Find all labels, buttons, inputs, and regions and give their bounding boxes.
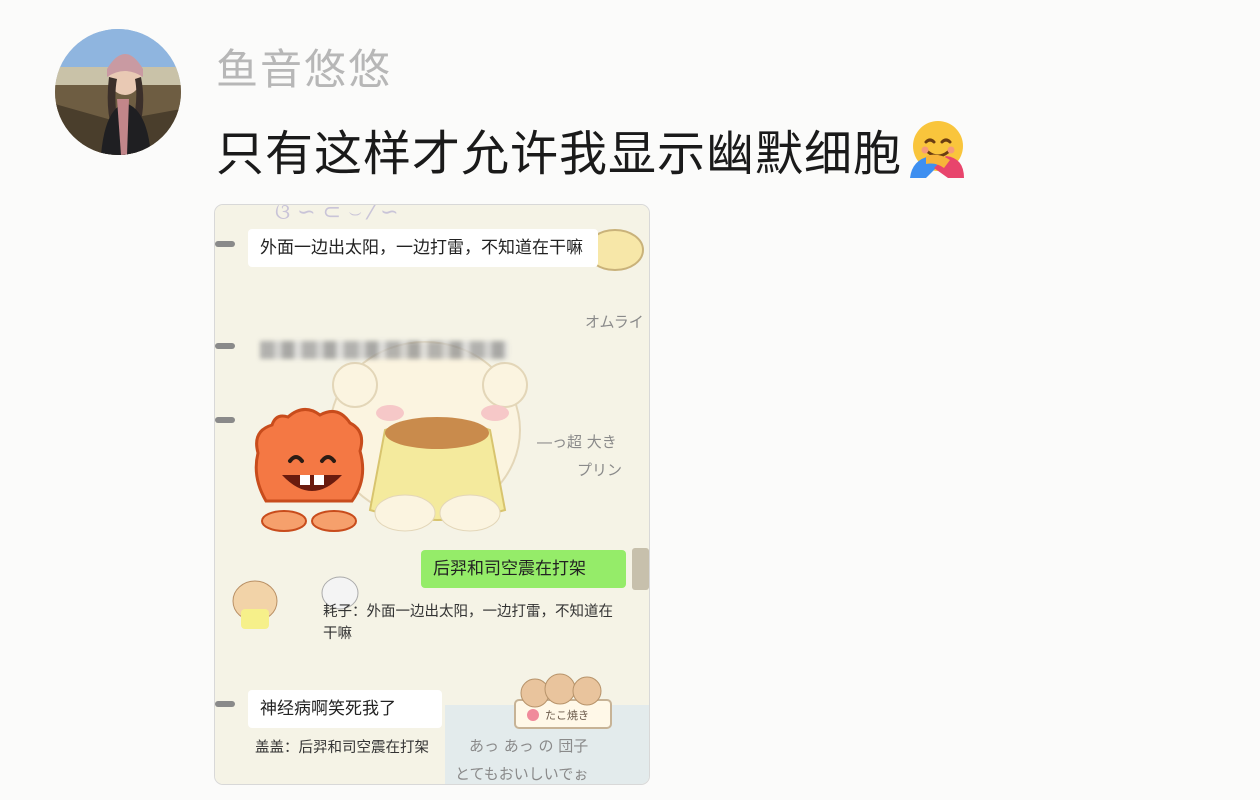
blurred-message (260, 341, 508, 359)
post-text-content: 只有这样才允许我显示幽默细胞 (216, 126, 903, 182)
side-mark (215, 417, 235, 423)
own-avatar[interactable] (632, 548, 649, 590)
background-text: あっ あっ の 団子 (469, 737, 589, 755)
post-text: 只有这样才允许我显示幽默细胞 (216, 114, 970, 184)
avatar[interactable] (55, 29, 181, 155)
chat-screenshot[interactable]: ଓ ∽ ⊂ ⌣ ⁄ ∽ 外面一边出太阳，一边打雷，不知道在干嘛 后羿和司空震在打… (214, 204, 650, 785)
svg-text:ଓ ∽ ⊂ ⌣ ⁄ ∽: ଓ ∽ ⊂ ⌣ ⁄ ∽ (275, 205, 399, 225)
chat-message-own[interactable]: 后羿和司空震在打架 (421, 550, 626, 588)
background-text: オムライ (585, 313, 644, 331)
quoted-message: 盖盖：后羿和司空震在打架 (255, 740, 429, 756)
background-text: たこ焼き (545, 709, 589, 722)
sticker-image[interactable] (248, 401, 370, 533)
username[interactable]: 鱼音悠悠 (216, 36, 392, 97)
side-mark (215, 701, 235, 707)
side-mark (215, 241, 235, 247)
quoted-message: 耗子：外面一边出太阳，一边打雷，不知道在干嘛 (323, 604, 613, 642)
chat-message[interactable]: 外面一边出太阳，一边打雷，不知道在干嘛 (248, 229, 598, 267)
chat-message[interactable]: 神经病啊笑死我了 (248, 690, 442, 728)
background-text: プリン (577, 461, 623, 479)
hugging-face-icon (904, 116, 970, 182)
side-mark (215, 343, 235, 349)
background-text: ―っ超 大き (537, 433, 617, 451)
background-text: とてもおいしいでぉ (455, 765, 589, 783)
